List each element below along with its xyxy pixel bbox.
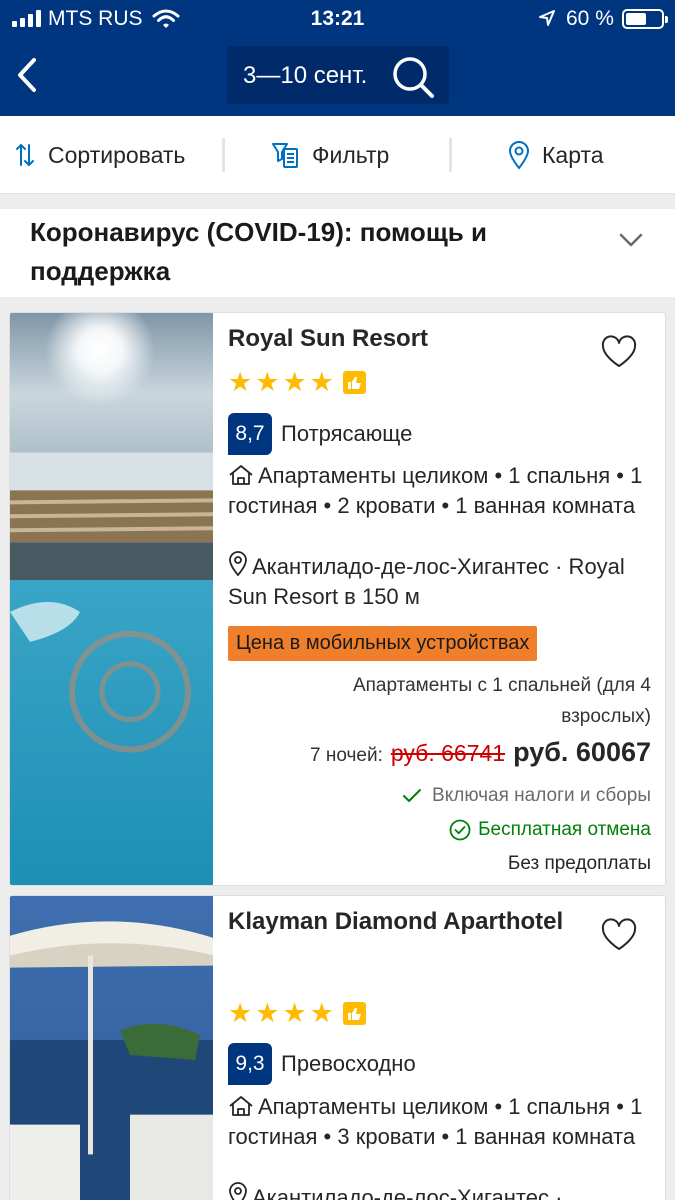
taxes-text: Включая налоги и сборы (432, 785, 651, 806)
score-text: Потрясающе (281, 421, 413, 446)
date-range: 3—10 сент. (243, 62, 368, 89)
search-icon (393, 57, 434, 98)
filter-button[interactable]: Фильтр (270, 116, 389, 194)
map-pin-icon (508, 141, 530, 170)
cancellation-text: Бесплатная отмена (478, 819, 651, 840)
hotel-name[interactable]: Klayman Diamond Aparthotel (228, 898, 588, 946)
covid-title: Коронавирус (COVID-19): помощь и поддерж… (30, 217, 487, 286)
star-rating: ★ ★ ★ ★ (228, 369, 366, 396)
thumbs-up-icon (342, 371, 366, 394)
thumbs-up-icon (342, 1002, 366, 1025)
battery-level (626, 13, 647, 25)
sort-label: Сортировать (48, 141, 186, 168)
status-bar: MTS RUS 13:21 60 % (0, 0, 675, 38)
checkmark-icon (403, 789, 422, 802)
property-location: Акантиладо-де-лос-Хигантес · (228, 1182, 648, 1200)
location-pin-icon (229, 551, 247, 577)
score-badge: 8,7 (228, 413, 272, 455)
location-arrow-icon (539, 10, 555, 26)
property-description: Апартаменты целиком • 1 спальня • 1 гост… (228, 1092, 648, 1152)
property-location: Акантиладо-де-лос-Хигантес · Royal Sun R… (228, 551, 648, 612)
hotel-card[interactable]: Royal Sun Resort ★ ★ ★ ★ 8,7 Потрясающе … (9, 312, 666, 886)
star-icon: ★ (255, 998, 280, 1028)
star-icon: ★ (309, 998, 334, 1028)
star-icon: ★ (255, 367, 280, 397)
toolbar-divider (449, 138, 452, 172)
check-circle-icon (449, 819, 471, 841)
sort-arrows-icon (16, 144, 34, 166)
map-label: Карта (542, 141, 604, 168)
hotel-name[interactable]: Royal Sun Resort (228, 315, 588, 363)
property-description: Апартаменты целиком • 1 спальня • 1 гост… (228, 461, 648, 521)
room-type: Апартаменты с 1 спальней (для 4 взрослых… (352, 675, 651, 727)
sort-button[interactable]: Сортировать (14, 116, 185, 194)
score-text: Превосходно (281, 1051, 416, 1076)
taxes-note: Включая налоги и сборы (402, 785, 651, 807)
hotel-photo[interactable] (10, 313, 213, 885)
location-text: Акантиладо-де-лос-Хигантес · (252, 1185, 563, 1200)
location-pin-icon (229, 1182, 247, 1200)
star-icon: ★ (282, 367, 307, 397)
house-icon (229, 465, 253, 485)
star-icon: ★ (282, 998, 307, 1028)
score-badge: 9,3 (228, 1043, 272, 1085)
battery-icon (622, 9, 668, 29)
current-price: руб. 60067 (513, 737, 651, 767)
heart-icon[interactable] (600, 335, 638, 369)
nights-count: 7 ночей: (310, 745, 383, 766)
back-arrow-icon[interactable] (10, 52, 50, 98)
battery-percent: 60 % (566, 7, 614, 30)
house-icon (229, 1096, 253, 1116)
old-price: руб. 66741 (390, 740, 506, 766)
review-score: 8,7 Потрясающе (228, 413, 412, 455)
date-search-button[interactable]: 3—10 сент. (227, 46, 449, 104)
description-text: Апартаменты целиком • 1 спальня • 1 гост… (228, 463, 643, 518)
filter-icon (272, 143, 298, 168)
app-header: MTS RUS 13:21 60 % 3—10 сент. (0, 0, 675, 116)
hotel-photo[interactable] (10, 896, 213, 1200)
price-line: 7 ночей: руб. 66741 руб. 60067 (310, 737, 651, 768)
no-prepayment: Без предоплаты (507, 853, 651, 874)
results-toolbar: Сортировать Фильтр Карта (0, 116, 675, 194)
mobile-price-badge: Цена в мобильных устройствах (228, 626, 538, 661)
map-button[interactable]: Карта (508, 116, 604, 194)
filter-label: Фильтр (312, 141, 390, 168)
star-rating: ★ ★ ★ ★ (228, 1000, 366, 1027)
star-icon: ★ (309, 367, 334, 397)
description-text: Апартаменты целиком • 1 спальня • 1 гост… (228, 1094, 643, 1149)
review-score: 9,3 Превосходно (228, 1043, 416, 1085)
location-text: Акантиладо-де-лос-Хигантес · Royal Sun R… (228, 554, 625, 609)
toolbar-divider (222, 138, 225, 172)
free-cancellation: Бесплатная отмена (449, 819, 651, 841)
star-icon: ★ (228, 998, 253, 1028)
chevron-down-icon[interactable] (618, 232, 644, 248)
hotel-card[interactable]: Klayman Diamond Aparthotel ★ ★ ★ ★ 9,3 П… (9, 895, 666, 1200)
covid-banner[interactable]: Коронавирус (COVID-19): помощь и поддерж… (0, 209, 675, 297)
star-icon: ★ (228, 367, 253, 397)
heart-icon[interactable] (600, 918, 638, 952)
